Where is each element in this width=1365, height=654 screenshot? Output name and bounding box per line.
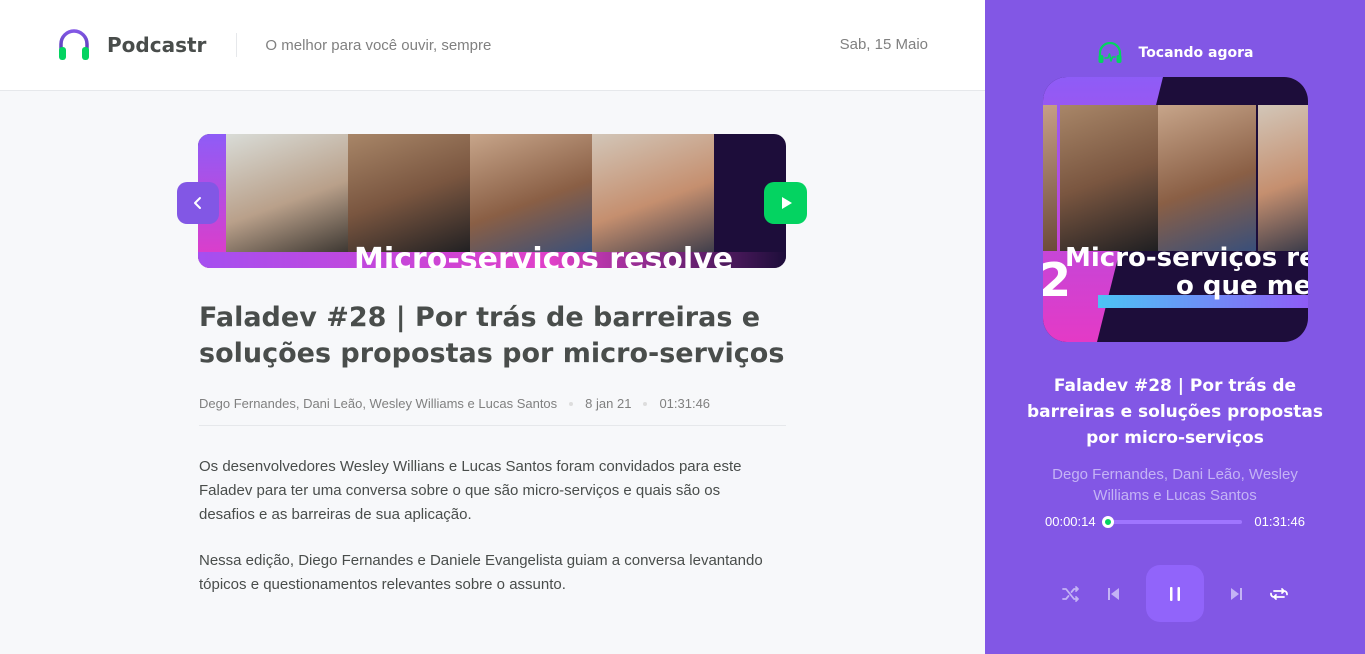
logo[interactable]: Podcastr: [56, 27, 206, 63]
cover-photo-2: [1060, 105, 1158, 251]
meta-separator: [643, 401, 648, 406]
host-photo-1: [226, 134, 348, 254]
shuffle-icon: [1062, 586, 1079, 602]
next-button[interactable]: [1225, 583, 1247, 605]
thumbnail-title: Micro-serviços resolve: [354, 242, 734, 268]
guest-photo-2: [592, 134, 714, 254]
meta-separator: [569, 401, 574, 406]
episode-members: Dego Fernandes, Dani Leão, Wesley Willia…: [199, 396, 558, 411]
episode-date: 8 jan 21: [585, 396, 632, 411]
player-cover: 2 Micro-serviços re o que me: [1043, 77, 1308, 342]
episode-description: Os desenvolvedores Wesley Willians e Luc…: [199, 455, 779, 619]
header-divider: [236, 33, 238, 57]
cover-photo-1: [1043, 105, 1057, 251]
host-photo-2: [348, 134, 470, 254]
episode-duration: 01:31:46: [659, 396, 711, 411]
back-button[interactable]: [177, 182, 219, 224]
app-name: Podcastr: [107, 33, 207, 57]
divider: [199, 425, 786, 426]
play-icon: [781, 197, 792, 209]
playing-headphones-icon: [1098, 42, 1121, 63]
cover-title-line1: Micro-serviços re: [1065, 243, 1308, 273]
repeat-icon: [1270, 588, 1288, 600]
progress-bar: 00:00:14 01:31:46: [1045, 514, 1305, 529]
total-time: 01:31:46: [1254, 514, 1305, 529]
description-paragraph: Os desenvolvedores Wesley Willians e Luc…: [199, 458, 742, 523]
episode-meta: Dego Fernandes, Dani Leão, Wesley Willia…: [199, 396, 710, 411]
episode-thumbnail: Micro-serviços resolve: [198, 134, 786, 268]
skip-back-icon: [1108, 588, 1119, 600]
app-header: Podcastr O melhor para você ouvir, sempr…: [0, 0, 985, 91]
current-time: 00:00:14: [1045, 514, 1096, 529]
headphones-icon: [59, 29, 89, 60]
description-paragraph: Nessa edição, Diego Fernandes e Daniele …: [199, 552, 763, 593]
progress-slider[interactable]: [1102, 515, 1243, 528]
cover-title-line2: o que me: [1176, 271, 1308, 301]
now-playing-header: Tocando agora: [985, 42, 1365, 64]
tagline: O melhor para você ouvir, sempre: [265, 36, 492, 54]
play-episode-button[interactable]: [764, 182, 807, 224]
pause-button[interactable]: [1146, 565, 1204, 622]
previous-button[interactable]: [1103, 583, 1125, 605]
chevron-left-icon: [194, 197, 201, 209]
episode-title: Faladev #28 | Por trás de barreiras e so…: [199, 302, 785, 369]
player-controls: [985, 565, 1365, 622]
now-playing-label: Tocando agora: [1138, 45, 1254, 61]
player-episode-members: Dego Fernandes, Dani Leão, Wesley Willia…: [1052, 466, 1298, 504]
shuffle-button[interactable]: [1060, 583, 1082, 605]
guest-photo-1: [470, 134, 592, 254]
pause-icon: [1170, 586, 1180, 601]
skip-forward-icon: [1231, 588, 1242, 600]
repeat-button[interactable]: [1268, 583, 1290, 605]
current-date: Sab, 15 Maio: [839, 36, 928, 53]
cover-photo-4: [1258, 105, 1308, 251]
player-panel: Tocando agora 2 Micro-serviços re o que …: [985, 0, 1365, 654]
player-episode-title: Faladev #28 | Por trás de barreiras e so…: [1026, 376, 1324, 448]
progress-handle[interactable]: [1102, 515, 1115, 528]
cover-photo-3: [1158, 105, 1256, 251]
